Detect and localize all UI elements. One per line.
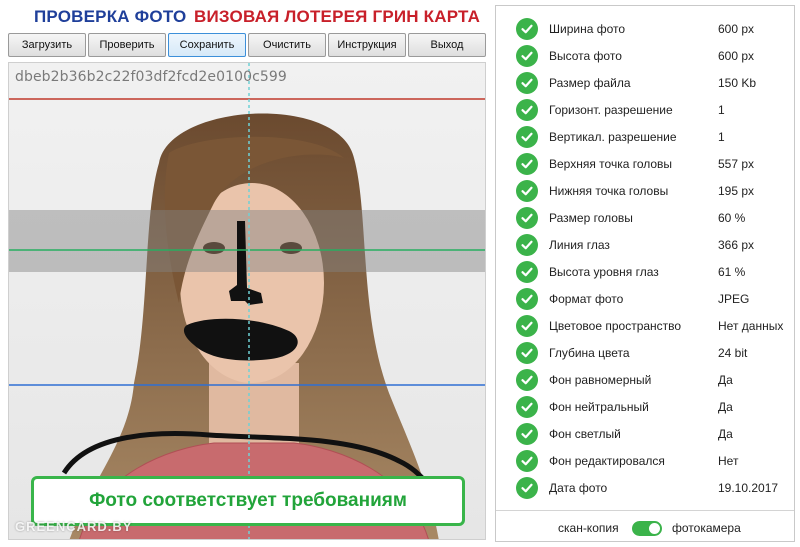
- check-value: Да: [718, 399, 733, 414]
- check-value: 600 px: [718, 21, 755, 36]
- check-value: 557 px: [718, 156, 755, 171]
- photo-preview: dbeb2b36b2c22f03df2fcd2e0100c599 Фото со…: [8, 62, 486, 540]
- clear-button[interactable]: Очистить: [248, 33, 326, 57]
- check-value: 600 px: [718, 48, 755, 63]
- check-row: Фон нейтральный Да: [496, 393, 794, 420]
- check-label: Размер головы: [549, 210, 633, 225]
- header: ПРОВЕРКА ФОТО ВИЗОВАЯ ЛОТЕРЕЯ ГРИН КАРТА: [0, 0, 494, 32]
- toolbar: Загрузить Проверить Сохранить Очистить И…: [8, 33, 488, 57]
- camera-label: фотокамера: [672, 521, 741, 535]
- check-label: Высота уровня глаз: [549, 264, 659, 279]
- check-label: Дата фото: [549, 480, 608, 495]
- check-label: Горизонт. разрешение: [549, 102, 673, 117]
- check-value: JPEG: [718, 291, 750, 306]
- check-label: Фон редактировался: [549, 453, 665, 468]
- load-button[interactable]: Загрузить: [8, 33, 86, 57]
- panel-divider: [496, 510, 794, 511]
- app-subtitle: ВИЗОВАЯ ЛОТЕРЕЯ ГРИН КАРТА: [194, 7, 481, 26]
- check-row: Фон светлый Да: [496, 420, 794, 447]
- source-toggle-switch[interactable]: [632, 521, 662, 536]
- check-label: Цветовое пространство: [549, 318, 682, 333]
- check-ok-icon: [516, 422, 538, 445]
- check-results-panel: Ширина фото 600 px Высота фото 600 px Размер…: [495, 5, 795, 542]
- check-label: Линия глаз: [549, 237, 610, 252]
- check-row: Вертикал. разрешение 1: [496, 123, 794, 150]
- check-row: Горизонт. разрешение 1: [496, 96, 794, 123]
- check-value: 366 px: [718, 237, 755, 252]
- check-ok-icon: [516, 179, 538, 202]
- check-row: Размер файла 150 Kb: [496, 69, 794, 96]
- check-ok-icon: [516, 71, 538, 94]
- check-row: Высота фото 600 px: [496, 42, 794, 69]
- check-row: Формат фото JPEG: [496, 285, 794, 312]
- check-label: Нижняя точка головы: [549, 183, 669, 198]
- check-row: Высота уровня глаз 61 %: [496, 258, 794, 285]
- check-ok-icon: [516, 368, 538, 391]
- check-row: Верхняя точка головы 557 px: [496, 150, 794, 177]
- check-value: 195 px: [718, 183, 755, 198]
- check-value: Да: [718, 426, 733, 441]
- source-toggle-row: скан-копия фотокамера: [496, 512, 794, 542]
- check-row: Фон равномерный Да: [496, 366, 794, 393]
- check-row: Размер головы 60 %: [496, 204, 794, 231]
- check-ok-icon: [516, 476, 538, 499]
- check-row: Глубина цвета 24 bit: [496, 339, 794, 366]
- scan-label: скан-копия: [558, 521, 619, 535]
- check-value: 24 bit: [718, 345, 748, 360]
- check-row: Цветовое пространство Нет данных: [496, 312, 794, 339]
- check-value: 1: [718, 129, 725, 144]
- check-ok-icon: [516, 98, 538, 121]
- check-row: Нижняя точка головы 195 px: [496, 177, 794, 204]
- check-value: 19.10.2017: [718, 480, 779, 495]
- check-label: Фон светлый: [549, 426, 621, 441]
- check-value: Да: [718, 372, 733, 387]
- check-row: Дата фото 19.10.2017: [496, 474, 794, 501]
- check-value: Нет данных: [718, 318, 784, 333]
- check-label: Фон равномерный: [549, 372, 652, 387]
- check-ok-icon: [516, 314, 538, 337]
- check-ok-icon: [516, 233, 538, 256]
- app-title: ПРОВЕРКА ФОТО: [34, 7, 187, 26]
- check-value: 150 Kb: [718, 75, 757, 90]
- portrait-image: [9, 63, 485, 539]
- toggle-knob: [649, 523, 660, 534]
- photo-checker-window: ПРОВЕРКА ФОТО ВИЗОВАЯ ЛОТЕРЕЯ ГРИН КАРТА…: [0, 0, 800, 547]
- check-label: Верхняя точка головы: [549, 156, 673, 171]
- check-ok-icon: [516, 152, 538, 175]
- check-ok-icon: [516, 260, 538, 283]
- save-button[interactable]: Сохранить: [168, 33, 246, 57]
- check-label: Размер файла: [549, 75, 631, 90]
- exit-button[interactable]: Выход: [408, 33, 486, 57]
- check-value: Нет: [718, 453, 739, 468]
- check-ok-icon: [516, 449, 538, 472]
- check-ok-icon: [516, 206, 538, 229]
- check-label: Вертикал. разрешение: [549, 129, 677, 144]
- check-row: Ширина фото 600 px: [496, 15, 794, 42]
- status-text: Фото соответствует требованиям: [89, 490, 407, 511]
- check-label: Ширина фото: [549, 21, 626, 36]
- check-ok-icon: [516, 125, 538, 148]
- check-ok-icon: [516, 341, 538, 364]
- photo-hash: dbeb2b36b2c22f03df2fcd2e0100c599: [15, 69, 287, 85]
- check-row: Фон редактировался Нет: [496, 447, 794, 474]
- check-button[interactable]: Проверить: [88, 33, 166, 57]
- check-value: 61 %: [718, 264, 746, 279]
- check-value: 1: [718, 102, 725, 117]
- check-ok-icon: [516, 44, 538, 67]
- instructions-button[interactable]: Инструкция: [328, 33, 406, 57]
- check-label: Глубина цвета: [549, 345, 630, 360]
- check-ok-icon: [516, 395, 538, 418]
- check-ok-icon: [516, 287, 538, 310]
- check-label: Фон нейтральный: [549, 399, 649, 414]
- check-value: 60 %: [718, 210, 746, 225]
- check-label: Формат фото: [549, 291, 624, 306]
- check-ok-icon: [516, 17, 538, 40]
- check-label: Высота фото: [549, 48, 622, 63]
- check-row: Линия глаз 366 px: [496, 231, 794, 258]
- watermark: GREENCARD.BY: [15, 519, 133, 534]
